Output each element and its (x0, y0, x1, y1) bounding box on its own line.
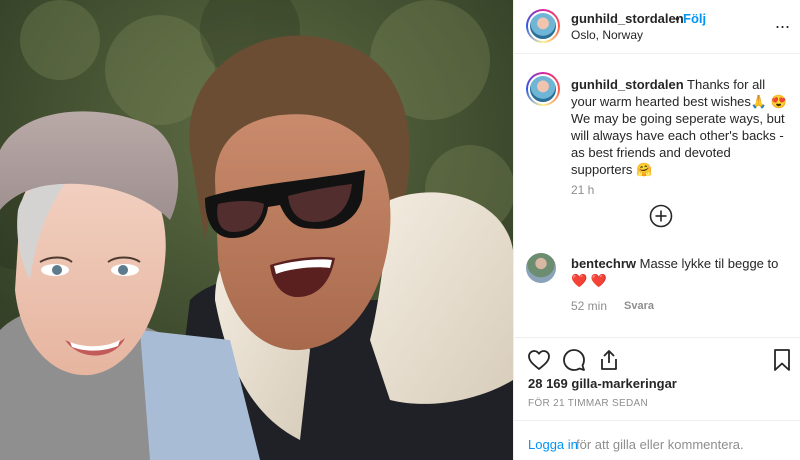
caption-author-avatar[interactable] (526, 72, 560, 106)
caption-timestamp[interactable]: 21 h (571, 183, 594, 197)
more-options-icon[interactable]: ··· (772, 16, 792, 36)
login-prompt-text: för att gilla eller kommentera. (576, 437, 744, 452)
login-prompt: Logga in för att gilla eller kommentera. (514, 420, 800, 460)
post-time-ago[interactable]: FÖR 21 TIMMAR SEDAN (528, 398, 648, 409)
comment-icon[interactable] (562, 348, 586, 372)
bookmark-icon[interactable] (770, 348, 794, 372)
share-icon[interactable] (597, 348, 621, 372)
caption-username[interactable]: gunhild_stordalen (571, 77, 684, 92)
post-caption: gunhild_stordalen Thanks for all your wa… (571, 76, 791, 178)
login-link[interactable]: Logga in (528, 437, 578, 452)
likes-count[interactable]: 28 169 gilla-markeringar (528, 376, 677, 391)
separator-dot: • (675, 11, 680, 26)
commenter-avatar[interactable] (526, 253, 556, 283)
post-photo-image (0, 0, 513, 460)
comment-username[interactable]: bentechrw (571, 256, 636, 271)
heart-icon[interactable] (527, 348, 551, 372)
reply-button[interactable]: Svara (624, 300, 654, 312)
author-avatar[interactable] (526, 9, 560, 43)
follow-button[interactable]: Följ (683, 11, 706, 26)
action-bar (514, 337, 800, 381)
post-photo[interactable] (0, 0, 513, 460)
comment-item: bentechrw Masse lykke til begge to❤️ ❤️ (571, 255, 791, 289)
post-header: gunhild_stordalen • Följ Oslo, Norway ··… (514, 0, 800, 54)
post-location[interactable]: Oslo, Norway (571, 28, 643, 42)
caption-text: Thanks for all your warm hearted best wi… (571, 77, 787, 177)
post-details-panel: gunhild_stordalen • Följ Oslo, Norway ··… (513, 0, 800, 460)
author-username[interactable]: gunhild_stordalen (571, 11, 684, 26)
comment-timestamp[interactable]: 52 min (571, 299, 607, 313)
plus-circle-icon[interactable] (649, 204, 673, 228)
